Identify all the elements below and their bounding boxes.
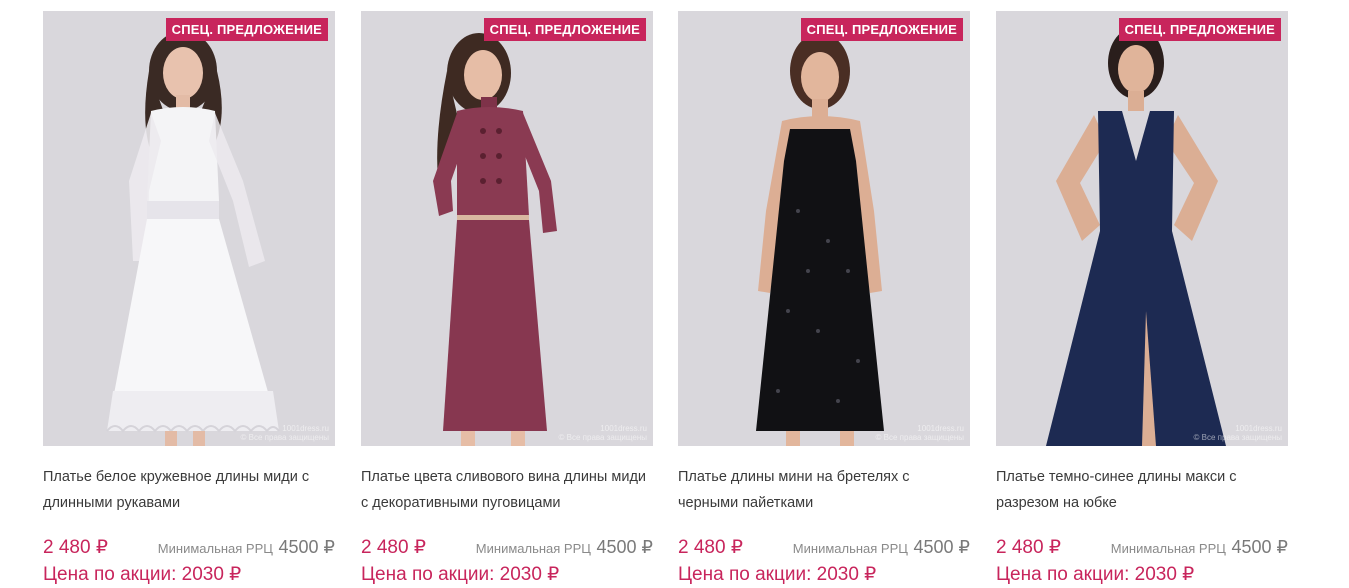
product-image — [678, 11, 970, 446]
product-photo[interactable]: СПЕЦ. ПРЕДЛОЖЕНИЕ 1001dress.ru © Все пра… — [996, 11, 1288, 446]
rrp-label: Минимальная РРЦ — [1110, 541, 1226, 556]
product-image — [43, 11, 335, 446]
product-title[interactable]: Платье цвета сливового вина длины миди с… — [361, 464, 653, 516]
product-price: 2 480 ₽ — [996, 537, 1061, 558]
product-image — [996, 11, 1288, 446]
product-photo[interactable]: СПЕЦ. ПРЕДЛОЖЕНИЕ 1001dress.ru © Все пра… — [678, 11, 970, 446]
rrp-value: 4500 ₽ — [1231, 537, 1289, 557]
special-offer-badge: СПЕЦ. ПРЕДЛОЖЕНИЕ — [483, 18, 646, 41]
product-card[interactable]: СПЕЦ. ПРЕДЛОЖЕНИЕ 1001dress.ru © Все пра… — [678, 11, 970, 588]
product-price: 2 480 ₽ — [678, 537, 743, 558]
product-card[interactable]: СПЕЦ. ПРЕДЛОЖЕНИЕ 1001dress.ru © Все пра… — [996, 11, 1288, 588]
rrp: Минимальная РРЦ 4500 ₽ — [158, 537, 335, 558]
product-price: 2 480 ₽ — [43, 537, 108, 558]
rrp-label: Минимальная РРЦ — [792, 541, 908, 556]
price-row: 2 480 ₽ Минимальная РРЦ 4500 ₽ — [361, 536, 653, 562]
promo-price: Цена по акции: 2030 ₽ — [43, 564, 242, 585]
product-price: 2 480 ₽ — [361, 537, 426, 558]
rrp: Минимальная РРЦ 4500 ₽ — [793, 537, 970, 558]
product-title[interactable]: Платье темно-синее длины макси с разрезо… — [996, 464, 1288, 516]
rrp: Минимальная РРЦ 4500 ₽ — [1111, 537, 1288, 558]
watermark: 1001dress.ru © Все права защищены — [1193, 424, 1282, 442]
product-card[interactable]: СПЕЦ. ПРЕДЛОЖЕНИЕ 1001dress.ru © Все пра… — [361, 11, 653, 588]
promo-price: Цена по акции: 2030 ₽ — [996, 564, 1195, 585]
price-row: 2 480 ₽ Минимальная РРЦ 4500 ₽ — [678, 536, 970, 562]
price-row: 2 480 ₽ Минимальная РРЦ 4500 ₽ — [43, 536, 335, 562]
rrp-value: 4500 ₽ — [596, 537, 654, 557]
rrp-value: 4500 ₽ — [278, 537, 336, 557]
rrp-label: Минимальная РРЦ — [157, 541, 273, 556]
product-image — [361, 11, 653, 446]
price-row: 2 480 ₽ Минимальная РРЦ 4500 ₽ — [996, 536, 1288, 562]
rrp-label: Минимальная РРЦ — [475, 541, 591, 556]
product-photo[interactable]: СПЕЦ. ПРЕДЛОЖЕНИЕ 1001dress.ru © Все пра… — [361, 11, 653, 446]
product-photo[interactable]: СПЕЦ. ПРЕДЛОЖЕНИЕ 1001dress.ru © Все пра… — [43, 11, 335, 446]
product-title[interactable]: Платье белое кружевное длины миди с длин… — [43, 464, 335, 516]
watermark: 1001dress.ru © Все права защищены — [558, 424, 647, 442]
watermark: 1001dress.ru © Все права защищены — [240, 424, 329, 442]
rrp-value: 4500 ₽ — [913, 537, 971, 557]
product-title[interactable]: Платье длины мини на бретелях с черными … — [678, 464, 970, 516]
promo-price: Цена по акции: 2030 ₽ — [678, 564, 877, 585]
special-offer-badge: СПЕЦ. ПРЕДЛОЖЕНИЕ — [1118, 18, 1281, 41]
promo-price: Цена по акции: 2030 ₽ — [361, 564, 560, 585]
special-offer-badge: СПЕЦ. ПРЕДЛОЖЕНИЕ — [165, 18, 328, 41]
special-offer-badge: СПЕЦ. ПРЕДЛОЖЕНИЕ — [800, 18, 963, 41]
product-card[interactable]: СПЕЦ. ПРЕДЛОЖЕНИЕ 1001dress.ru © Все пра… — [43, 11, 335, 588]
product-grid: СПЕЦ. ПРЕДЛОЖЕНИЕ 1001dress.ru © Все пра… — [43, 11, 1303, 585]
rrp: Минимальная РРЦ 4500 ₽ — [476, 537, 653, 558]
watermark: 1001dress.ru © Все права защищены — [875, 424, 964, 442]
